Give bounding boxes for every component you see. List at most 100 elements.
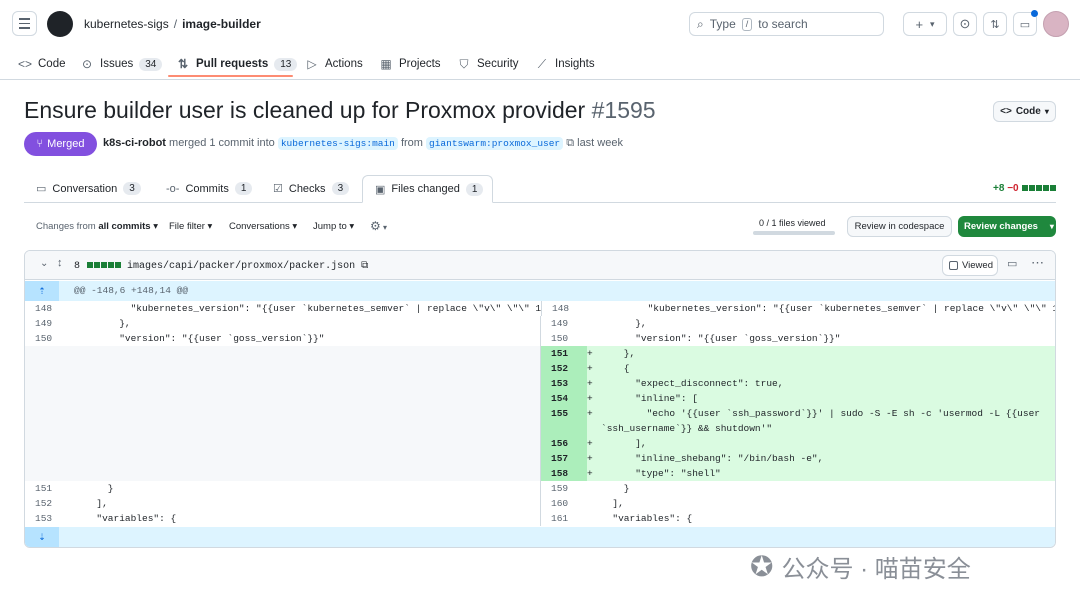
viewed-checkbox[interactable]: Viewed xyxy=(942,255,998,276)
tab-conversation[interactable]: ▭ Conversation 3 xyxy=(36,182,141,195)
diff-row: 155 + "echo '{{user `ssh_password`}}' | s… xyxy=(25,406,1055,421)
author-link[interactable]: k8s-ci-robot xyxy=(103,137,166,149)
diff-left-side xyxy=(25,361,540,376)
diff-row: 151 } 159 } xyxy=(25,481,1055,496)
line-number[interactable]: 149 xyxy=(25,316,71,331)
tab-projects[interactable]: ▦ Projects xyxy=(379,48,440,80)
tab-code[interactable]: <> Code xyxy=(18,48,66,80)
kebab-menu-icon[interactable]: ⋯ xyxy=(1031,255,1044,271)
tab-commits[interactable]: -o- Commits 1 xyxy=(166,182,253,195)
tab-files-changed[interactable]: ▣ Files changed 1 xyxy=(362,175,493,203)
settings-gear-button[interactable]: ⚙ ▾ xyxy=(370,219,387,233)
diff-row: 152 + { xyxy=(25,361,1055,376)
line-number[interactable]: 158 xyxy=(541,466,587,481)
avatar[interactable] xyxy=(1043,11,1069,37)
search-input[interactable]: ⌕ Type / to search xyxy=(689,12,884,36)
line-number[interactable]: 151 xyxy=(541,346,587,361)
line-number[interactable]: 150 xyxy=(25,331,71,346)
line-number[interactable]: 148 xyxy=(542,301,588,316)
chevron-down-icon[interactable]: ⌄ xyxy=(40,258,48,269)
diff-left-side xyxy=(25,421,540,436)
line-number[interactable]: 151 xyxy=(25,481,71,496)
line-number[interactable] xyxy=(541,421,587,436)
repo-link[interactable]: image-builder xyxy=(182,17,261,31)
diff-row: `ssh_username`}} && shutdown'" xyxy=(25,421,1055,436)
tab-issues[interactable]: ⊙ Issues 34 xyxy=(80,48,163,80)
code-line: ], xyxy=(601,438,647,449)
line-number[interactable]: 160 xyxy=(541,496,587,511)
code-line: "inline": [ xyxy=(601,393,698,404)
file-filter-dropdown[interactable]: File filter ▾ xyxy=(169,221,212,232)
line-number[interactable]: 161 xyxy=(541,511,587,526)
git-pull-request-icon: ⇅ xyxy=(990,18,1000,31)
menu-button[interactable] xyxy=(12,11,37,36)
head-branch[interactable]: giantswarm:proxmox_user xyxy=(426,137,564,150)
comment-icon[interactable]: ▭ xyxy=(1007,257,1017,270)
file-path[interactable]: images/capi/packer/proxmox/packer.json xyxy=(127,261,355,272)
issues-icon-button[interactable]: ⊙ xyxy=(953,12,977,36)
line-number[interactable]: 154 xyxy=(541,391,587,406)
review-in-codespace-button[interactable]: Review in codespace xyxy=(847,216,952,237)
github-logo-icon[interactable] xyxy=(47,11,73,37)
tab-insights[interactable]: ⟋ Insights xyxy=(535,48,595,80)
line-number[interactable]: 150 xyxy=(541,331,587,346)
line-number[interactable]: 155 xyxy=(541,406,587,421)
diff-left-side: 151 } xyxy=(25,481,540,496)
line-number[interactable]: 148 xyxy=(25,301,71,316)
search-shortcut-key: / xyxy=(741,17,753,31)
status-badge: ⑂ Merged xyxy=(24,132,97,156)
jump-to-dropdown[interactable]: Jump to ▾ xyxy=(313,221,354,232)
code-icon: <> xyxy=(1000,106,1012,117)
code-button[interactable]: <> Code ▾ xyxy=(993,101,1056,122)
line-number[interactable]: 157 xyxy=(541,451,587,466)
owner-link[interactable]: kubernetes-sigs xyxy=(84,17,169,31)
diff-right-side: 156 + ], xyxy=(540,436,1055,451)
tab-security[interactable]: ⛉ Security xyxy=(457,48,518,80)
diff-row: 148 "kubernetes_version": "{{user `kuber… xyxy=(25,301,1055,316)
diff-row: 153 "variables": {161 "variables": { xyxy=(25,511,1055,526)
copy-icon[interactable]: ⧉ xyxy=(566,137,574,149)
conversations-dropdown[interactable]: Conversations ▾ xyxy=(229,221,297,232)
diff-left-side xyxy=(25,436,540,451)
files-viewed-progress: 0 / 1 files viewed xyxy=(753,218,835,235)
diff-left-side xyxy=(25,376,540,391)
diff-left-side xyxy=(25,451,540,466)
pr-meta: k8s-ci-robot merged 1 commit into kubern… xyxy=(103,137,623,150)
review-changes-button[interactable]: Review changes ▾ xyxy=(958,216,1056,237)
diff-row: 149 }, 149 }, xyxy=(25,316,1055,331)
base-branch[interactable]: kubernetes-sigs:main xyxy=(277,137,398,150)
line-number[interactable]: 153 xyxy=(25,511,71,526)
line-number[interactable]: 149 xyxy=(541,316,587,331)
diff-right-side: 150 "version": "{{user `goss_version`}}" xyxy=(540,331,1055,346)
expand-down-icon[interactable]: ⇣ xyxy=(25,527,59,547)
commit-icon: -o- xyxy=(166,182,180,195)
code-line: ], xyxy=(601,498,624,509)
line-number[interactable]: 159 xyxy=(541,481,587,496)
pull-requests-icon-button[interactable]: ⇅ xyxy=(983,12,1007,36)
expand-icon[interactable]: ↕ xyxy=(57,257,63,269)
tab-checks[interactable]: ☑ Checks 3 xyxy=(273,182,350,195)
line-number[interactable]: 153 xyxy=(541,376,587,391)
create-new-button[interactable]: + ▾ xyxy=(903,12,947,36)
expand-up-icon[interactable]: ⇡ xyxy=(25,281,59,301)
gear-icon: ⚙ xyxy=(370,219,381,233)
comment-icon: ▭ xyxy=(36,183,47,195)
diff-right-side: 152 + { xyxy=(540,361,1055,376)
chevron-down-icon: ▾ xyxy=(930,18,935,29)
diff-right-side: 148 "kubernetes_version": "{{user `kuber… xyxy=(541,301,1055,316)
diff-right-side: 158 + "type": "shell" xyxy=(540,466,1055,481)
inbox-icon: ▭ xyxy=(1019,18,1031,31)
repo-nav: <> Code ⊙ Issues 34 ⇅ Pull requests 13 ▷… xyxy=(0,48,1080,80)
diff-left-side: 150 "version": "{{user `goss_version`}}" xyxy=(25,331,540,346)
copy-icon[interactable]: ⧉ xyxy=(361,260,368,271)
code-line: } xyxy=(85,483,114,494)
line-number[interactable]: 152 xyxy=(25,496,71,511)
changes-from-dropdown[interactable]: Changes from all commits ▾ xyxy=(36,221,158,232)
diff-stat: +8 −0 xyxy=(993,183,1057,194)
diff-left-side: 149 }, xyxy=(25,316,540,331)
graph-icon: ⟋ xyxy=(537,56,547,71)
tab-actions[interactable]: ▷ Actions xyxy=(305,48,362,80)
line-number[interactable]: 152 xyxy=(541,361,587,376)
table-icon: ▦ xyxy=(380,57,392,71)
line-number[interactable]: 156 xyxy=(541,436,587,451)
